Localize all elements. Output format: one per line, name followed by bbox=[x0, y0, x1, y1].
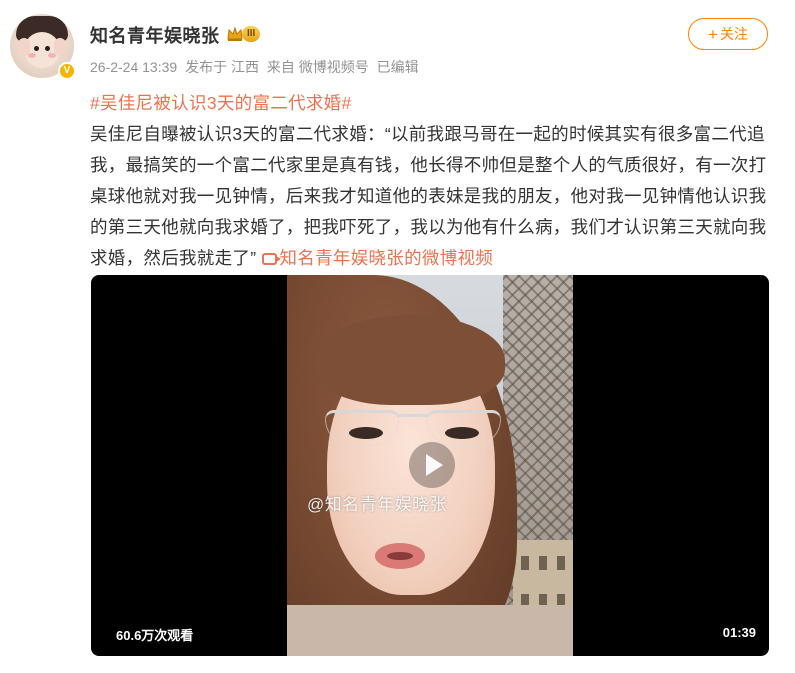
post-text: #吴佳尼被认识3天的富二代求婚# 吴佳尼自曝被认识3天的富二代求婚：“以前我跟马… bbox=[90, 88, 770, 274]
avatar-hand-right bbox=[54, 38, 66, 56]
thumbnail-coat bbox=[287, 605, 573, 656]
thumbnail-bangs bbox=[315, 315, 505, 405]
avatar-eye-left bbox=[34, 46, 39, 51]
post-location: 发布于 江西 bbox=[185, 59, 259, 75]
thumbnail-lips bbox=[375, 543, 425, 569]
play-icon[interactable] bbox=[409, 442, 455, 488]
view-count: 60.6万次观看 bbox=[116, 628, 194, 643]
vip-level: III bbox=[242, 26, 261, 42]
post-edited[interactable]: 已编辑 bbox=[377, 59, 419, 75]
follow-label: 关注 bbox=[719, 26, 748, 42]
vip-badge[interactable]: III bbox=[226, 24, 272, 44]
video-link-icon bbox=[261, 253, 281, 265]
post-source[interactable]: 来自 微博视频号 bbox=[267, 59, 369, 75]
avatar-blush-right bbox=[48, 53, 56, 58]
verified-icon: V bbox=[58, 62, 76, 80]
post-body: 吴佳尼自曝被认识3天的富二代求婚：“以前我跟马哥在一起的时候其实有很多富二代追我… bbox=[90, 124, 767, 268]
avatar-eye-right bbox=[45, 46, 50, 51]
post-meta: 26-2-24 13:39 发布于 江西 来自 微博视频号 已编辑 bbox=[90, 57, 423, 77]
follow-button[interactable]: + 关注 bbox=[688, 18, 768, 50]
plus-icon: + bbox=[708, 24, 718, 44]
post-date[interactable]: 26-2-24 13:39 bbox=[90, 59, 177, 75]
video-player[interactable]: @知名青年娱晓张 60.6万次观看 01:39 bbox=[91, 275, 769, 656]
avatar-blush-left bbox=[28, 53, 36, 58]
author-name[interactable]: 知名青年娱晓张 bbox=[90, 22, 220, 48]
thumbnail-glasses bbox=[325, 410, 503, 446]
video-duration: 01:39 bbox=[722, 625, 756, 640]
video-link-label: 知名青年娱晓张的微博视频 bbox=[279, 248, 494, 268]
video-link[interactable]: 知名青年娱晓张的微博视频 bbox=[261, 248, 494, 268]
video-watermark: @知名青年娱晓张 bbox=[307, 495, 448, 514]
hashtag-link[interactable]: #吴佳尼被认识3天的富二代求婚# bbox=[90, 88, 770, 119]
